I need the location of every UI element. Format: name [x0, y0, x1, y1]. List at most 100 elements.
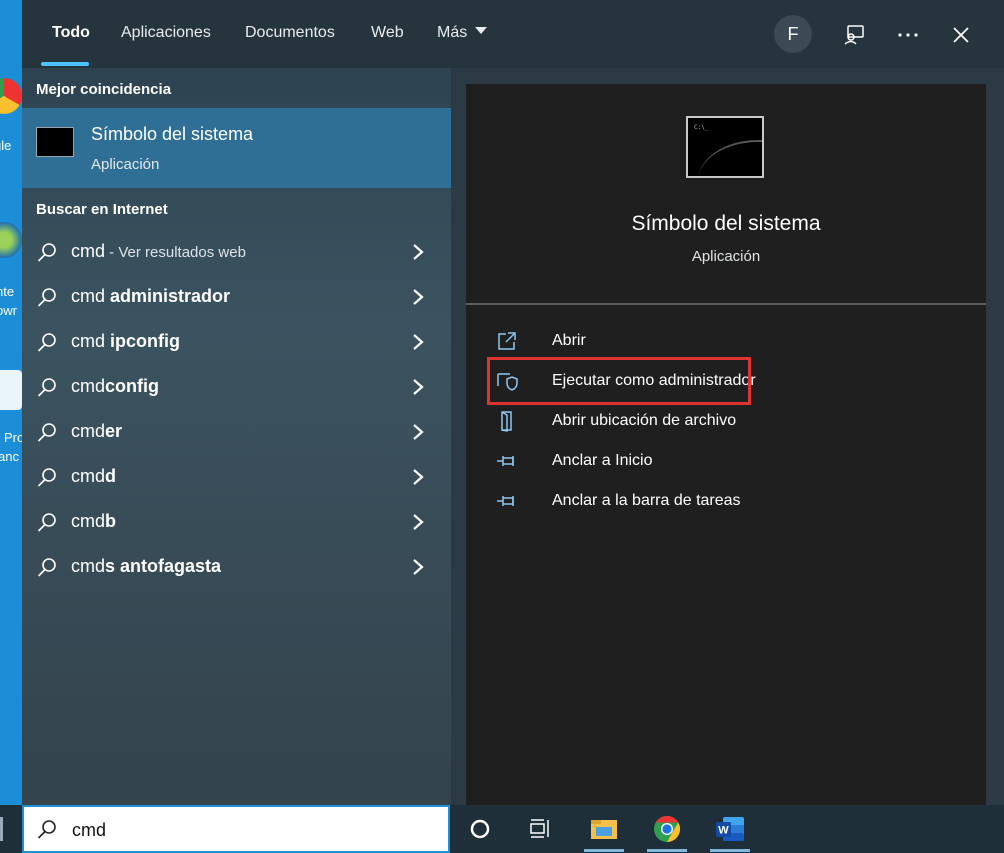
web-result-item[interactable]: cmd administrador: [22, 274, 451, 319]
tab-aplicaciones[interactable]: Aplicaciones: [121, 24, 211, 42]
action-pin-taskbar[interactable]: Anclar a la barra de tareas: [496, 486, 796, 516]
web-result-label: cmder: [71, 421, 122, 442]
active-app-indicator: [584, 849, 624, 852]
search-icon: [37, 378, 56, 397]
feedback-icon: [844, 25, 864, 45]
search-icon: [37, 423, 56, 442]
web-result-label: cmd ipconfig: [71, 331, 180, 352]
desktop-label: nte: [0, 284, 15, 299]
action-label: Anclar a Inicio: [552, 452, 653, 469]
active-app-indicator: [647, 849, 687, 852]
query-text: cmd: [71, 241, 106, 261]
file-location-icon: [501, 411, 512, 432]
desktop-label: Pro: [4, 430, 24, 445]
web-result-label: cmdd: [71, 466, 116, 487]
highlight-box: [487, 357, 751, 405]
details-subtitle: Aplicación: [691, 248, 761, 265]
web-result-item[interactable]: cmdd: [22, 454, 451, 499]
suggestion-text: b: [105, 511, 117, 531]
suggestion-text: config: [105, 376, 160, 396]
web-result-label: cmdb: [71, 511, 116, 532]
suggestion-text: administrador: [110, 286, 231, 306]
search-input[interactable]: [70, 815, 434, 845]
suggestion-text: s antofagasta: [105, 556, 222, 576]
suggestion-text: d: [105, 466, 117, 486]
web-result-item[interactable]: cmdconfig: [22, 364, 451, 409]
search-icon: [37, 820, 56, 839]
query-text: cmd: [71, 286, 111, 306]
active-tab-indicator: [41, 62, 89, 66]
avatar[interactable]: F: [774, 15, 812, 53]
desktop-edge: gle nte owr Pro anc: [0, 0, 24, 805]
desktop-label: anc: [0, 449, 19, 464]
web-result-item[interactable]: cmd - Ver resultados web: [22, 229, 451, 274]
chevron-right-icon: [413, 334, 424, 350]
close-icon: [953, 27, 969, 43]
search-icon: [37, 558, 56, 577]
more-icon: [898, 33, 918, 37]
web-result-item[interactable]: cmds antofagasta: [22, 544, 451, 589]
results-list: Mejor coincidencia Símbolo del sistema A…: [22, 68, 451, 805]
internet-download-icon[interactable]: [0, 222, 22, 258]
file-explorer-button[interactable]: [584, 811, 624, 847]
file-explorer-icon: [591, 820, 617, 839]
details-title: Símbolo del sistema: [631, 212, 821, 235]
close-button[interactable]: [945, 19, 977, 51]
task-view-icon: [530, 819, 549, 838]
best-match-heading: Mejor coincidencia: [36, 81, 172, 98]
query-text: cmd: [71, 331, 111, 351]
word-icon: W: [716, 817, 744, 841]
suggestion-text: ipconfig: [110, 331, 181, 351]
query-text: cmd: [71, 421, 106, 441]
tab-todo[interactable]: Todo: [52, 24, 90, 42]
chrome-button[interactable]: [647, 811, 687, 847]
program-desktop-icon[interactable]: [0, 370, 22, 410]
start-button-edge[interactable]: [0, 817, 3, 841]
action-label: Abrir: [552, 332, 586, 349]
web-result-label: cmd administrador: [71, 286, 230, 307]
chevron-right-icon: [413, 514, 424, 530]
command-prompt-icon: [36, 127, 74, 157]
web-search-heading: Buscar en Internet: [36, 201, 168, 218]
details-pane: C:\_ Símbolo del sistema Aplicación Abri…: [466, 84, 986, 805]
web-result-label: cmdconfig: [71, 376, 159, 397]
command-prompt-preview-icon: C:\_: [686, 116, 764, 178]
chevron-right-icon: [413, 469, 424, 485]
search-icon: [37, 288, 56, 307]
tab-mas[interactable]: Más: [437, 24, 488, 42]
more-options-button[interactable]: [892, 19, 924, 51]
action-pin-start[interactable]: Anclar a Inicio: [496, 446, 796, 476]
web-result-item[interactable]: cmd ipconfig: [22, 319, 451, 364]
best-match-item[interactable]: Símbolo del sistema Aplicación: [22, 108, 451, 188]
tab-mas-label: Más: [437, 24, 468, 41]
action-label: Abrir ubicación de archivo: [552, 412, 737, 429]
web-result-label: cmd - Ver resultados web: [71, 241, 246, 262]
svg-text:W: W: [718, 825, 729, 837]
feedback-button[interactable]: [838, 19, 870, 51]
chevron-right-icon: [413, 244, 424, 260]
query-text: cmd: [71, 466, 106, 486]
tab-web[interactable]: Web: [371, 24, 404, 42]
web-result-item[interactable]: cmder: [22, 409, 451, 454]
open-icon: [498, 332, 516, 350]
query-text: cmd: [71, 511, 106, 531]
chevron-right-icon: [413, 289, 424, 305]
word-button[interactable]: W: [710, 811, 750, 847]
task-view-button[interactable]: [520, 811, 560, 847]
query-text: cmd: [71, 376, 106, 396]
web-results-hint: - Ver resultados web: [105, 244, 246, 261]
best-match-subtitle: Aplicación: [91, 156, 160, 173]
action-open-file-location[interactable]: Abrir ubicación de archivo: [496, 406, 796, 436]
action-open[interactable]: Abrir: [496, 326, 796, 356]
chrome-desktop-icon[interactable]: [0, 78, 22, 114]
web-result-item[interactable]: cmdb: [22, 499, 451, 544]
cortana-button[interactable]: [460, 811, 500, 847]
suggestion-text: er: [105, 421, 123, 441]
search-icon: [37, 243, 56, 262]
taskbar-search-box[interactable]: [22, 805, 450, 853]
chevron-right-icon: [413, 559, 424, 575]
tab-documentos[interactable]: Documentos: [245, 24, 335, 42]
web-result-label: cmds antofagasta: [71, 556, 221, 577]
best-match-title: Símbolo del sistema: [91, 124, 254, 144]
pin-icon: [497, 456, 514, 466]
